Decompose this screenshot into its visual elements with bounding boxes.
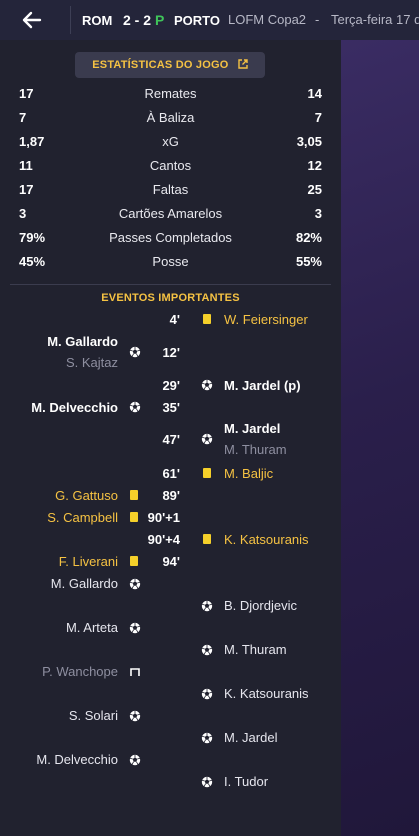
event-minute: 61' (162, 466, 180, 481)
score: 2 - 2 (123, 12, 152, 28)
player-name[interactable]: K. Katsouranis (224, 686, 309, 701)
yellow-card-icon (130, 556, 138, 566)
match-header: ROM 2 - 2 P PORTO LOFM Copa2 - Terça-fei… (0, 0, 419, 40)
player-name[interactable]: I. Tudor (224, 774, 268, 789)
player-name[interactable]: M. Jardel (224, 421, 280, 436)
competition-name[interactable]: LOFM Copa2 (228, 12, 306, 27)
match-stats-panel: ESTATÍSTICAS DO JOGO 17 Remates 14 7 À B… (0, 40, 341, 836)
event-minute: 4' (169, 312, 180, 327)
event-minute: 47' (162, 432, 180, 447)
goal-ball-icon (201, 644, 213, 656)
goal-ball-icon (201, 600, 213, 612)
goal-ball-icon (129, 578, 141, 590)
assist-name[interactable]: M. Thuram (224, 442, 287, 457)
goal-ball-icon (201, 732, 213, 744)
header-divider (70, 6, 71, 34)
goal-ball-icon (201, 776, 213, 788)
player-name[interactable]: M. Delvecchio (0, 752, 118, 767)
goal-ball-icon (201, 433, 213, 445)
goal-ball-icon (129, 622, 141, 634)
player-name[interactable]: M. Thuram (224, 642, 287, 657)
assist-name[interactable]: S. Kajtaz (0, 355, 118, 370)
player-name[interactable]: F. Liverani (0, 554, 118, 569)
player-name[interactable]: S. Campbell (0, 510, 118, 525)
player-name[interactable]: B. Djordjevic (224, 598, 297, 613)
match-date: Terça-feira 17 d (331, 12, 419, 27)
event-minute: 29' (162, 378, 180, 393)
player-name[interactable]: P. Wanchope (0, 664, 118, 679)
player-name[interactable]: M. Gallardo (0, 576, 118, 591)
player-name[interactable]: M. Delvecchio (0, 400, 118, 415)
goal-ball-icon (129, 754, 141, 766)
goal-ball-icon (129, 401, 141, 413)
yellow-card-icon (203, 534, 211, 544)
goal-ball-icon (201, 688, 213, 700)
background-panel (341, 40, 419, 836)
goal-ball-icon (129, 710, 141, 722)
player-name[interactable]: M. Arteta (0, 620, 118, 635)
player-name[interactable]: M. Jardel (224, 730, 277, 745)
header-separator: - (315, 12, 320, 27)
missed-penalty-icon (130, 668, 140, 676)
player-name[interactable]: S. Solari (0, 708, 118, 723)
yellow-card-icon (203, 314, 211, 324)
penalty-marker: P (155, 12, 165, 28)
player-name[interactable]: M. Gallardo (0, 334, 118, 349)
yellow-card-icon (130, 512, 138, 522)
player-name[interactable]: M. Jardel (p) (224, 378, 301, 393)
player-name[interactable]: K. Katsouranis (224, 532, 309, 547)
player-name[interactable]: W. Feiersinger (224, 312, 308, 327)
events-timeline: 4' W. Feiersinger 12' M. Gallardo S. Kajtaz 2… (0, 40, 341, 836)
back-arrow-icon[interactable] (18, 6, 46, 34)
player-name[interactable]: M. Baljic (224, 466, 273, 481)
away-team[interactable]: PORTO (174, 13, 220, 28)
goal-ball-icon (129, 346, 141, 358)
goal-ball-icon (201, 379, 213, 391)
home-team[interactable]: ROM (82, 13, 112, 28)
player-name[interactable]: G. Gattuso (0, 488, 118, 503)
event-minute: 90'+4 (147, 532, 180, 547)
yellow-card-icon (130, 490, 138, 500)
yellow-card-icon (203, 468, 211, 478)
